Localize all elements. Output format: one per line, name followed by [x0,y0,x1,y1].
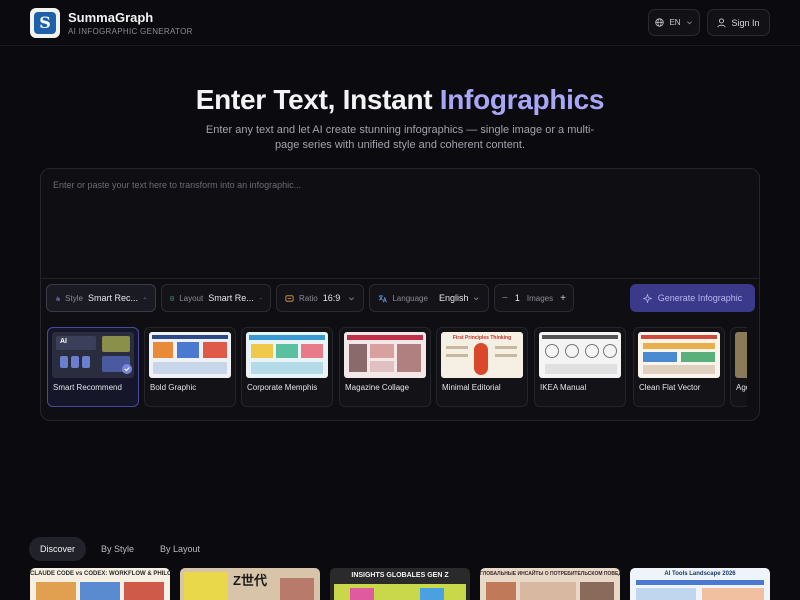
tab-by-style[interactable]: By Style [90,537,145,561]
style-card-magazine-collage[interactable]: Magazine Collage [339,327,431,407]
gallery-card[interactable]: AI Tools Landscape 2026 [630,568,770,600]
layout-grid-icon [170,296,174,300]
style-card-label: Magazine Collage [345,383,410,392]
ratio-select-value: 16:9 [322,293,341,303]
style-card-label: Bold Graphic [150,383,197,392]
ai-badge: AI [60,338,67,345]
palette-icon [55,295,60,301]
gallery-card-title: AI Tools Landscape 2026 [664,571,736,577]
decrement-button[interactable]: − [502,293,508,304]
style-thumbnail [344,332,426,378]
language-select-label: Language [392,293,428,303]
generator-panel: Style Smart Rec... Layout Smart Re... Ra… [40,168,760,421]
logo-mark-icon: S [34,12,56,34]
style-thumbnail [735,332,747,378]
style-thumbnail: First Principles Thinking [441,332,523,378]
sparkle-icon [642,293,652,303]
style-card-label: Smart Recommend [53,383,122,392]
chevron-down-icon [259,297,262,299]
tab-discover[interactable]: Discover [29,537,87,561]
hero-title: Enter Text, Instant Infographics [0,84,800,116]
gallery-card-title: CLAUDE CODE vs CODEX: WORKFLOW & PHILOSO… [30,571,170,577]
style-select[interactable]: Style Smart Rec... [46,284,156,312]
style-thumbnail [638,332,720,378]
thumbnail-title: First Principles Thinking [452,335,512,341]
generate-infographic-button[interactable]: Generate Infographic [630,284,755,312]
sign-in-label: Sign In [731,17,760,28]
sign-in-button[interactable]: Sign In [707,9,770,36]
app-logo[interactable]: S [30,8,60,38]
style-card-label: Minimal Editorial [442,383,501,392]
hero-subtitle: Enter any text and let AI create stunnin… [205,124,595,151]
tab-by-layout[interactable]: By Layout [149,537,211,561]
ratio-icon [285,294,294,302]
style-select-label: Style [65,293,83,303]
style-select-value: Smart Rec... [87,293,138,303]
chevron-down-icon [686,21,692,25]
translate-icon [378,294,387,302]
chevron-down-icon [349,296,354,300]
images-count-label: Images [526,293,554,303]
increment-button[interactable]: + [560,293,566,304]
style-card-bold-graphic[interactable]: Bold Graphic [144,327,236,407]
layout-select-label: Layout [179,293,204,303]
style-card-label: Clean Flat Vector [639,383,701,392]
globe-icon [655,18,665,27]
style-thumbnail [539,332,621,378]
style-card-minimal-editorial[interactable]: First Principles Thinking Minimal Editor… [436,327,528,407]
style-card-smart-recommend[interactable]: AI Smart Recommend [47,327,139,407]
style-card-label: Corporate Memphis [247,383,318,392]
gallery-card-title: ГЛОБАЛЬНЫЕ ИНСАЙТЫ О ПОТРЕБИТЕЛЬСКОМ ПОВ… [480,571,620,577]
brand-tagline: AI INFOGRAPHIC GENERATOR [68,27,193,36]
top-header: S SummaGraph AI INFOGRAPHIC GENERATOR EN… [0,0,800,46]
style-card-label: Age [736,383,747,392]
style-card-clean-flat-vector[interactable]: Clean Flat Vector [633,327,725,407]
check-icon [122,364,132,374]
gallery-card[interactable]: INSIGHTS GLOBALES GEN Z [330,568,470,600]
hero-title-accent: Infographics [439,84,605,115]
layout-select-value: Smart Re... [208,293,254,303]
style-card-partial[interactable]: Age [730,327,747,407]
style-thumbnail [246,332,328,378]
layout-select[interactable]: Layout Smart Re... [161,284,271,312]
style-card-ikea-manual[interactable]: IKEA Manual [534,327,626,407]
brand-name: SummaGraph [68,10,154,25]
chevron-down-icon [474,296,480,300]
gallery-tabs: Discover By Style By Layout [29,537,211,561]
language-code: EN [669,18,681,27]
language-select[interactable]: Language English [369,284,489,312]
style-thumbnail: AI [52,332,134,378]
gallery-card[interactable]: Z世代 [180,568,320,600]
language-switcher-button[interactable]: EN [648,9,700,36]
chevron-up-icon [143,296,147,299]
gallery-card-title: INSIGHTS GLOBALES GEN Z [351,572,449,579]
hero-title-main: Enter Text, Instant [195,84,440,115]
style-thumbnail [149,332,231,378]
style-card-carousel: AI Smart Recommend Bold Graphic Corporat… [47,327,747,407]
style-card-corporate-memphis[interactable]: Corporate Memphis [241,327,333,407]
ratio-select[interactable]: Ratio 16:9 [276,284,364,312]
gallery-card[interactable]: CLAUDE CODE vs CODEX: WORKFLOW & PHILOSO… [30,568,170,600]
user-icon [717,17,726,27]
generate-button-label: Generate Infographic [657,293,743,303]
style-card-label: IKEA Manual [540,383,587,392]
images-count-stepper[interactable]: − 1 Images + [494,284,574,312]
gallery-card[interactable]: ГЛОБАЛЬНЫЕ ИНСАЙТЫ О ПОТРЕБИТЕЛЬСКОМ ПОВ… [480,568,620,600]
ratio-select-label: Ratio [299,293,318,303]
language-select-value: English [438,293,469,303]
text-input[interactable] [41,169,759,279]
images-count-value: 1 [514,293,520,303]
